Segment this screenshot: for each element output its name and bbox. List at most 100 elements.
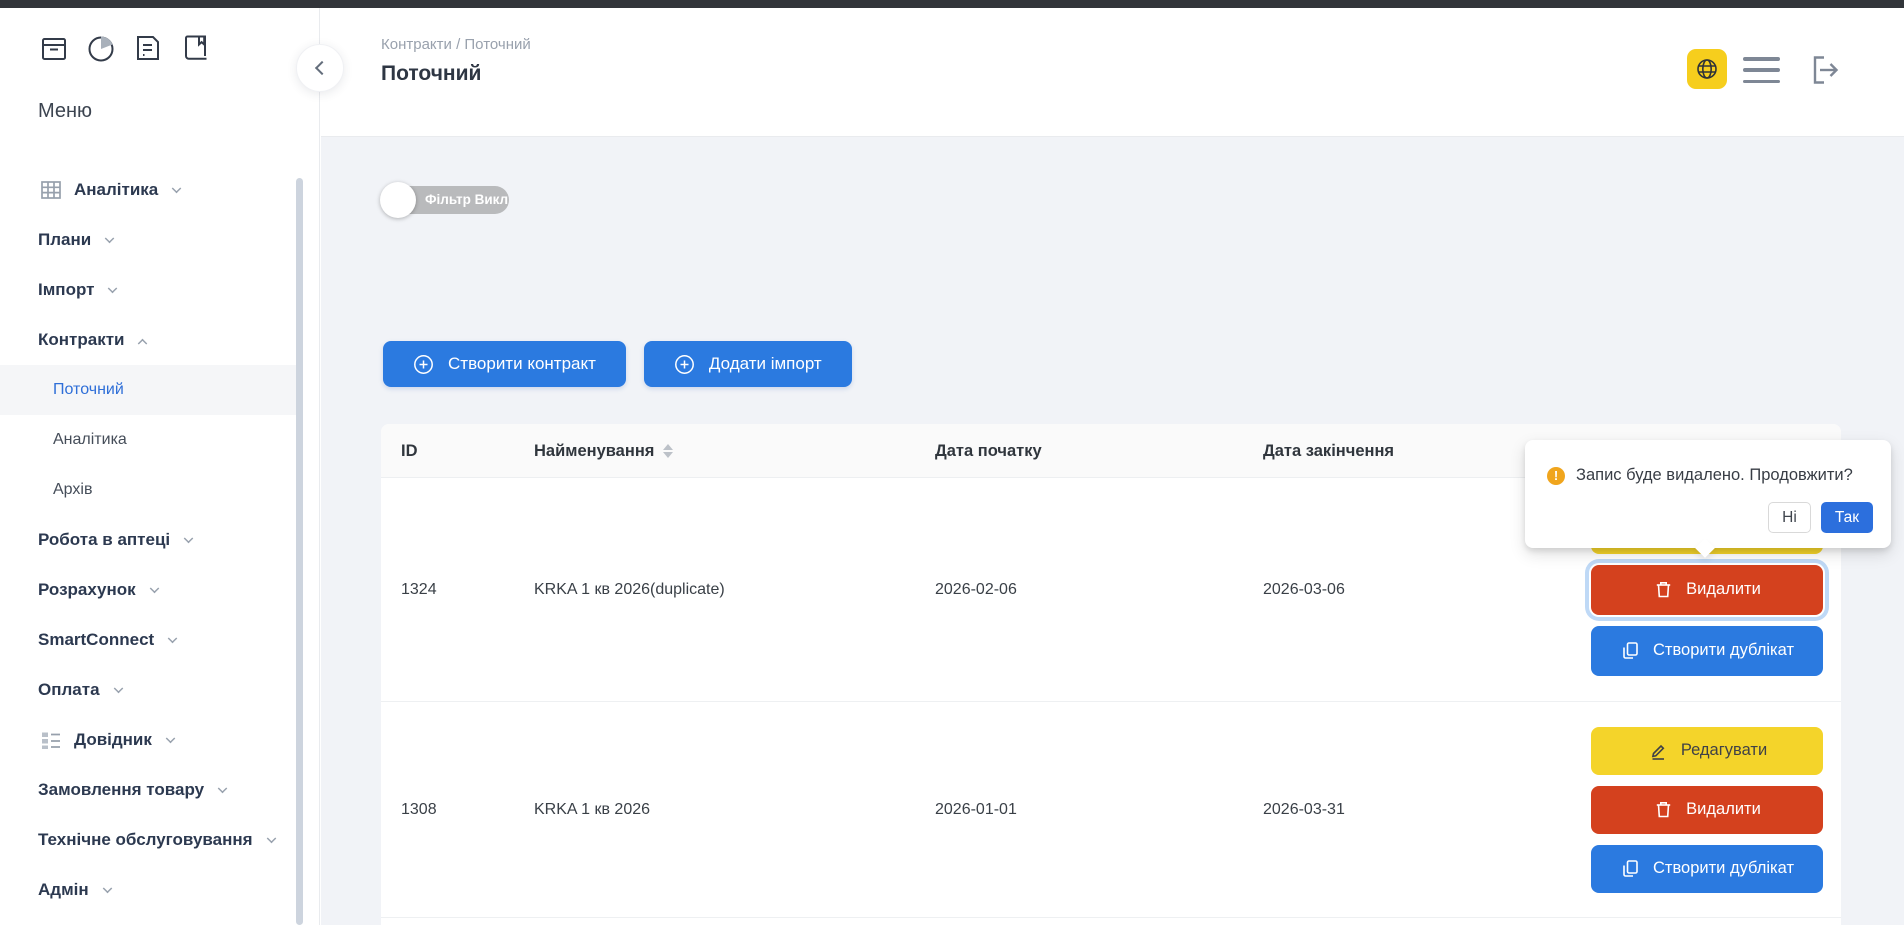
cell-id: 1324 — [401, 478, 437, 701]
sidebar-item-label: Імпорт — [38, 280, 94, 300]
plus-circle-icon — [674, 354, 695, 375]
logout-icon — [1805, 51, 1843, 89]
add-import-button[interactable]: Додати імпорт — [644, 341, 852, 387]
grid-icon — [38, 177, 64, 203]
button-label: Створити контракт — [448, 354, 596, 374]
sidebar-item-smartconnect[interactable]: SmartConnect — [0, 615, 320, 665]
logout-button[interactable] — [1804, 50, 1844, 90]
page-header: Контракти / Поточний Поточний — [321, 8, 1904, 137]
sidebar-item-kontrakty[interactable]: Контракти — [0, 315, 320, 365]
sidebar-item-label: SmartConnect — [38, 630, 154, 650]
popconfirm-message-row: ! Запис буде видалено. Продовжити? — [1547, 466, 1853, 485]
book-icon — [177, 30, 213, 66]
popconfirm-buttons: Ні Так — [1768, 502, 1873, 533]
button-label: Створити дублікат — [1653, 859, 1794, 878]
chevron-down-icon — [149, 583, 159, 593]
table-row: 1308 KRKA 1 кв 2026 2026-01-01 2026-03-3… — [381, 702, 1841, 918]
sidebar-subitem-potochnyi[interactable]: Поточний — [0, 365, 298, 415]
sidebar-item-import[interactable]: Імпорт — [0, 265, 320, 315]
chevron-down-icon — [166, 733, 176, 743]
sidebar-item-analitika[interactable]: Аналітика — [0, 165, 320, 215]
popconfirm-message: Запис буде видалено. Продовжити? — [1576, 466, 1853, 485]
chevron-down-icon — [108, 283, 118, 293]
language-button[interactable] — [1687, 49, 1727, 89]
cell-end-date: 2026-03-06 — [1263, 478, 1345, 701]
delete-button[interactable]: Видалити — [1591, 565, 1823, 615]
sidebar-item-plany[interactable]: Плани — [0, 215, 320, 265]
sidebar-scrollbar[interactable] — [296, 178, 303, 925]
trash-icon — [1653, 799, 1674, 820]
sidebar-item-oplata[interactable]: Оплата — [0, 665, 320, 715]
button-label: Додати імпорт — [709, 354, 822, 374]
globe-icon — [1695, 57, 1719, 81]
chevron-down-icon — [172, 183, 182, 193]
sidebar-item-label: Адмін — [38, 880, 89, 900]
plus-circle-icon — [413, 354, 434, 375]
sidebar-item-label: Технічне обслуговування — [38, 830, 253, 850]
chevron-down-icon — [184, 533, 194, 543]
filter-toggle-label: Фільтр Викл — [425, 186, 508, 214]
delete-button[interactable]: Видалити — [1591, 786, 1823, 834]
sidebar-item-admin[interactable]: Адмін — [0, 865, 320, 915]
sidebar-item-label: Замовлення товару — [38, 780, 204, 800]
sidebar-item-label: Розрахунок — [38, 580, 136, 600]
sidebar-subitem-arkhiv[interactable]: Архів — [0, 465, 320, 515]
edit-button[interactable]: Редагувати — [1591, 727, 1823, 775]
column-header-name[interactable]: Найменування — [534, 424, 673, 478]
button-label: Редагувати — [1681, 741, 1767, 760]
popconfirm-cancel-button[interactable]: Ні — [1768, 502, 1811, 533]
menu-toggle-button[interactable] — [1743, 57, 1780, 83]
sort-icon[interactable] — [663, 444, 673, 458]
cell-start-date: 2026-02-06 — [935, 478, 1017, 701]
sidebar-subitem-label: Архів — [53, 481, 92, 499]
sidebar-item-tekhnichne-obsluhovuvannia[interactable]: Технічне обслуговування — [0, 815, 320, 865]
cell-id: 1308 — [401, 702, 437, 917]
filter-toggle[interactable]: Фільтр Викл — [383, 186, 509, 214]
column-header-label: Найменування — [534, 442, 654, 461]
logo-row — [36, 30, 213, 66]
hamburger-icon — [1743, 68, 1780, 72]
duplicate-button[interactable]: Створити дублікат — [1591, 626, 1823, 676]
create-contract-button[interactable]: Створити контракт — [383, 341, 626, 387]
sidebar-item-robota-v-aptetsi[interactable]: Робота в аптеці — [0, 515, 320, 565]
sidebar-item-rozrakhunok[interactable]: Розрахунок — [0, 565, 320, 615]
toggle-knob — [380, 182, 416, 218]
cell-name: KRKA 1 кв 2026(duplicate) — [534, 478, 725, 701]
sidebar-item-label: Робота в аптеці — [38, 530, 170, 550]
sidebar-subitem-analitika[interactable]: Аналітика — [0, 415, 320, 465]
document-icon — [130, 30, 166, 66]
popconfirm-confirm-button[interactable]: Так — [1821, 502, 1873, 533]
hamburger-icon — [1743, 57, 1780, 61]
column-header-end-date: Дата закінчення — [1263, 424, 1394, 478]
column-header-start-date: Дата початку — [935, 424, 1042, 478]
breadcrumb: Контракти / Поточний — [381, 36, 531, 53]
page-title: Поточний — [381, 62, 481, 86]
chevron-down-icon — [168, 633, 178, 643]
sidebar-collapse-button[interactable] — [296, 44, 344, 92]
chevron-down-icon — [102, 883, 112, 893]
cell-start-date: 2026-01-01 — [935, 702, 1017, 917]
button-label: Створити дублікат — [1653, 641, 1794, 660]
chevron-down-icon — [266, 833, 276, 843]
sidebar: Меню Аналітика Плани Імпорт Контр — [0, 8, 320, 925]
sidebar-item-label: Довідник — [74, 730, 152, 750]
copy-icon — [1620, 640, 1641, 661]
copy-icon — [1620, 858, 1641, 879]
trash-icon — [1653, 579, 1674, 600]
sidebar-item-dovidnyk[interactable]: Довідник — [0, 715, 320, 765]
column-header-id: ID — [401, 424, 418, 478]
app-screen: Меню Аналітика Плани Імпорт Контр — [0, 0, 1904, 925]
duplicate-button[interactable]: Створити дублікат — [1591, 845, 1823, 893]
row-actions: Редагувати Видалити — [1591, 702, 1823, 917]
delete-popconfirm: ! Запис буде видалено. Продовжити? Ні Та… — [1525, 440, 1891, 548]
sidebar-item-zamovlennia-tovaru[interactable]: Замовлення товару — [0, 765, 320, 815]
chevron-up-icon — [138, 338, 148, 348]
sidebar-menu: Аналітика Плани Імпорт Контракти Поточни… — [0, 165, 320, 915]
caret-up-icon — [663, 444, 673, 450]
sidebar-item-label: Оплата — [38, 680, 100, 700]
menu-title: Меню — [38, 100, 92, 123]
cell-name: KRKA 1 кв 2026 — [534, 702, 650, 917]
hamburger-icon — [1743, 80, 1780, 84]
archive-box-icon — [36, 30, 72, 66]
chevron-left-icon — [315, 61, 329, 75]
